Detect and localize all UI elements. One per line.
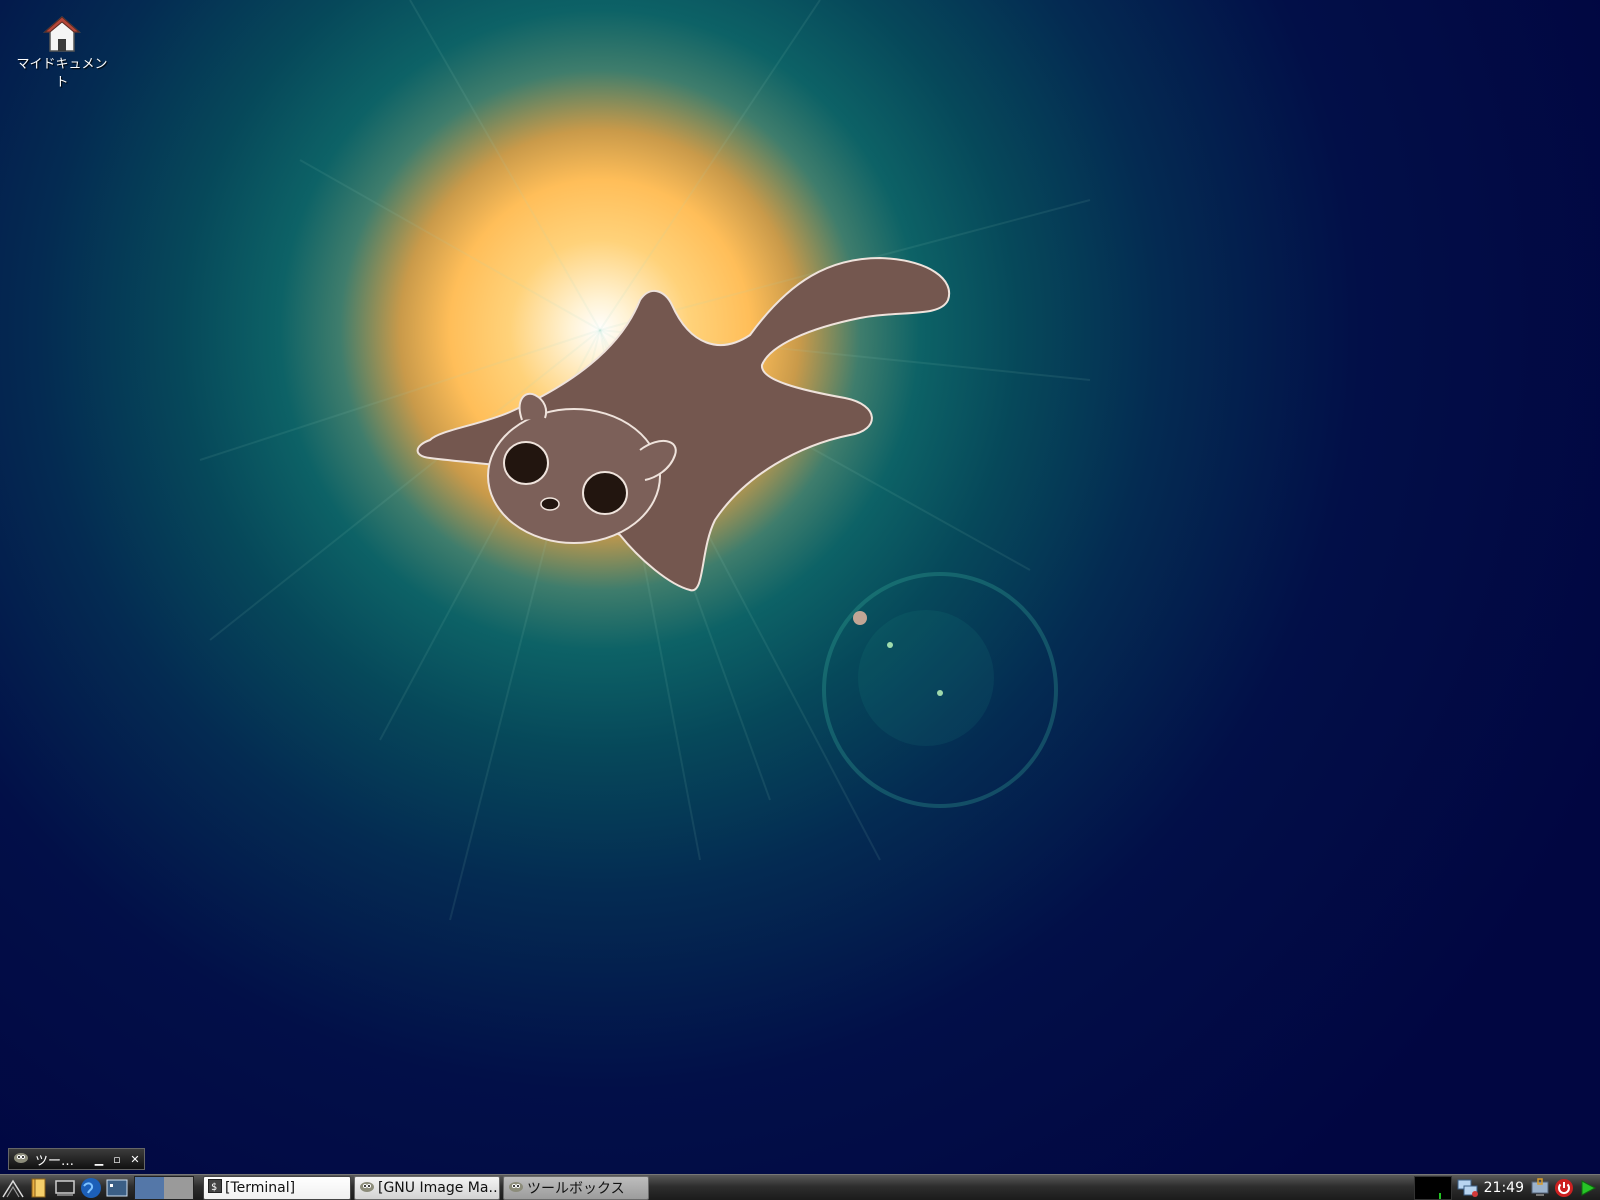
taskbar-task-toolbox[interactable]: ツールボックス (503, 1175, 649, 1200)
web-browser-launcher[interactable] (78, 1176, 104, 1200)
window-title: ツー… (35, 1153, 75, 1169)
taskbar: $ [Terminal] [GNU Image Ma… ツールボックス 21:4… (0, 1174, 1600, 1200)
network-status[interactable] (1456, 1176, 1480, 1200)
file-manager-icon (31, 1178, 46, 1197)
power-button[interactable] (1552, 1176, 1576, 1200)
gimp-icon (359, 1180, 375, 1196)
start-menu-button[interactable] (0, 1176, 26, 1200)
web-browser-icon (81, 1177, 101, 1198)
gimp-icon (13, 1151, 29, 1167)
task-label: [Terminal] (225, 1179, 296, 1196)
home-folder-icon (43, 15, 81, 52)
svg-text:$: $ (211, 1182, 217, 1193)
start-menu-icon (2, 1179, 24, 1197)
lens-flare-disc (858, 610, 994, 746)
taskbar-task-terminal[interactable]: $ [Terminal] (203, 1175, 351, 1200)
power-icon (1555, 1178, 1573, 1197)
terminal-icon (106, 1179, 128, 1196)
pager-desktop-2[interactable] (164, 1176, 193, 1199)
play-button[interactable] (1576, 1176, 1600, 1200)
desktop-icon-my-documents[interactable]: マイドキュメント (8, 14, 116, 92)
desktop-pager (134, 1175, 194, 1200)
lens-flare-spot (853, 611, 867, 625)
clock[interactable]: 21:49 (1480, 1180, 1528, 1196)
play-icon (1581, 1179, 1597, 1196)
desktop-icon-label: マイドキュメント (16, 57, 108, 90)
network-icon (1457, 1179, 1478, 1197)
lens-flare-spot (887, 642, 893, 648)
close-button[interactable]: ✕ (126, 1153, 144, 1166)
maximize-button[interactable]: ▫ (108, 1153, 126, 1166)
minimized-toolbox-window[interactable]: ツー… ▁ ▫ ✕ (8, 1148, 145, 1170)
terminal-icon: $ (208, 1178, 222, 1197)
file-manager-launcher[interactable] (26, 1176, 52, 1200)
system-tray: 21:49 (1413, 1175, 1600, 1200)
minimize-button[interactable]: ▁ (90, 1153, 108, 1166)
taskbar-task-gimp[interactable]: [GNU Image Ma… (354, 1175, 500, 1200)
wallpaper-rays (199, 0, 1091, 921)
pager-desktop-1[interactable] (135, 1176, 164, 1199)
cpu-usage-monitor[interactable] (1413, 1175, 1452, 1200)
desktop-background: マイドキュメント ツー… ▁ ▫ ✕ (0, 0, 1600, 1174)
task-label: [GNU Image Ma… (378, 1179, 500, 1196)
show-desktop-launcher[interactable] (52, 1176, 78, 1200)
gimp-icon (508, 1180, 524, 1196)
lens-flare-spot (937, 690, 943, 696)
show-desktop-icon (55, 1179, 75, 1195)
lock-screen-button[interactable] (1528, 1176, 1552, 1200)
task-label: ツールボックス (527, 1180, 625, 1197)
lock-screen-icon (1531, 1177, 1549, 1196)
terminal-launcher[interactable] (104, 1176, 130, 1200)
